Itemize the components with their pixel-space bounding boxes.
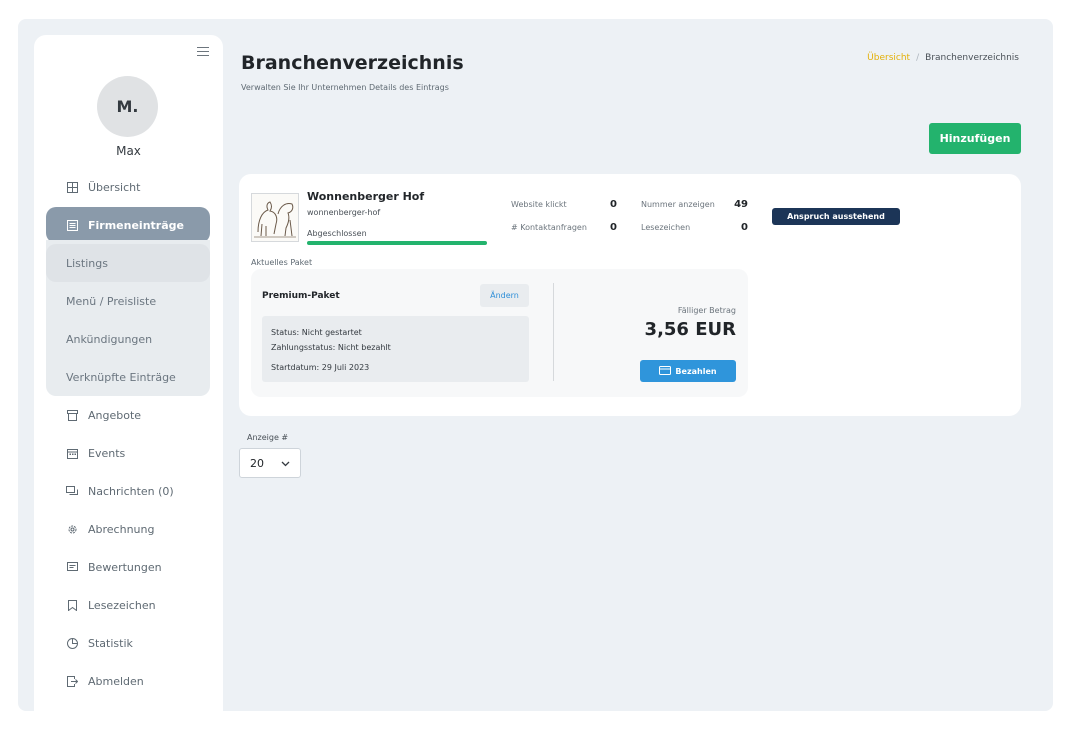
- calendar-icon: [66, 447, 78, 459]
- grid-icon: [66, 181, 78, 193]
- due-amount-label: Fälliger Betrag: [677, 306, 736, 315]
- sidebar-item-messages[interactable]: Nachrichten (0): [46, 472, 210, 510]
- sidebar-item-label: Firmeneinträge: [88, 218, 184, 232]
- chat-icon: [66, 485, 78, 497]
- sidebar: M. Max Übersicht Firmeneinträge Listings…: [34, 35, 223, 711]
- stat-phone-label: Nummer anzeigen: [641, 200, 715, 209]
- payment-status: Zahlungsstatus: Nicht bezahlt: [271, 343, 391, 352]
- avatar: M.: [97, 76, 158, 137]
- sidebar-item-billing[interactable]: Abrechnung: [46, 510, 210, 548]
- completion-progress-bar: [307, 241, 487, 245]
- sidebar-item-label: Angebote: [88, 408, 142, 422]
- per-page-select[interactable]: 20: [239, 448, 301, 478]
- sidebar-item-listings[interactable]: Firmeneinträge: [46, 207, 210, 243]
- per-page-label: Anzeige #: [247, 433, 289, 442]
- completion-progress-fill: [307, 241, 487, 245]
- sidebar-item-overview[interactable]: Übersicht: [46, 168, 210, 206]
- breadcrumb-current: Branchenverzeichnis: [925, 53, 1019, 63]
- sidebar-item-statistics[interactable]: Statistik: [46, 624, 210, 662]
- sidebar-item-label: Nachrichten (0): [88, 484, 174, 498]
- submenu-item-linked[interactable]: Verknüpfte Einträge: [46, 358, 210, 396]
- stat-bookmarks-label: Lesezeichen: [641, 223, 691, 232]
- due-amount: 3,56 EUR: [644, 319, 736, 340]
- listing-card: Wonnenberger Hof wonnenberger-hof Abgesc…: [239, 174, 1021, 416]
- page-subtitle: Verwalten Sie Ihr Unternehmen Details de…: [241, 83, 449, 92]
- business-name[interactable]: Wonnenberger Hof: [307, 190, 424, 203]
- sidebar-item-label: Statistik: [88, 636, 133, 650]
- stat-contacts-value: 0: [610, 222, 617, 233]
- sidebar-item-label: Abmelden: [88, 674, 144, 688]
- stat-contacts-label: # Kontaktanfragen: [511, 223, 587, 232]
- package-box: Premium-Paket Ändern Status: Nicht gesta…: [251, 269, 748, 397]
- gear-icon: [66, 523, 78, 535]
- sidebar-item-logout[interactable]: Abmelden: [46, 662, 210, 700]
- archive-icon: [66, 409, 78, 421]
- sidebar-item-label: Bewertungen: [88, 560, 162, 574]
- breadcrumb-separator: /: [916, 53, 920, 63]
- sidebar-item-offers[interactable]: Angebote: [46, 396, 210, 434]
- package-start-date: Startdatum: 29 Juli 2023: [271, 363, 370, 372]
- page-title: Branchenverzeichnis: [241, 52, 464, 74]
- bookmark-icon: [66, 599, 78, 611]
- chevron-down-icon: [281, 457, 290, 470]
- sidebar-item-label: Events: [88, 446, 126, 460]
- listings-submenu: Listings Menü / Preisliste Ankündigungen…: [46, 240, 210, 396]
- sidebar-item-label: Abrechnung: [88, 522, 155, 536]
- pay-button-label: Bezahlen: [675, 366, 717, 376]
- stat-website-clicks-value: 0: [610, 199, 617, 210]
- stat-phone-value: 49: [734, 199, 748, 210]
- per-page-value: 20: [250, 456, 264, 470]
- stat-website-clicks-label: Website klickt: [511, 200, 567, 209]
- list-icon: [66, 219, 78, 231]
- sidebar-item-bookmarks[interactable]: Lesezeichen: [46, 586, 210, 624]
- stat-bookmarks-value: 0: [741, 222, 748, 233]
- sidebar-nav: Übersicht Firmeneinträge Listings Menü /…: [46, 168, 210, 700]
- sidebar-item-events[interactable]: Events: [46, 434, 210, 472]
- app-shell: M. Max Übersicht Firmeneinträge Listings…: [18, 19, 1053, 711]
- add-listing-button[interactable]: Hinzufügen: [929, 123, 1021, 154]
- change-package-button[interactable]: Ändern: [480, 284, 529, 307]
- pay-button[interactable]: Bezahlen: [640, 360, 736, 382]
- review-icon: [66, 561, 78, 573]
- package-details: Status: Nicht gestartet Zahlungsstatus: …: [262, 316, 529, 382]
- menu-toggle-icon[interactable]: [197, 47, 209, 57]
- submenu-item-menu[interactable]: Menü / Preisliste: [46, 282, 210, 320]
- breadcrumb: Übersicht / Branchenverzeichnis: [867, 53, 1019, 63]
- sidebar-item-reviews[interactable]: Bewertungen: [46, 548, 210, 586]
- package-status: Status: Nicht gestartet: [271, 328, 362, 337]
- avatar-initials: M.: [116, 97, 139, 116]
- sidebar-item-label: Übersicht: [88, 180, 141, 194]
- breadcrumb-home-link[interactable]: Übersicht: [867, 53, 910, 63]
- listing-status: Abgeschlossen: [307, 229, 367, 238]
- business-logo: [251, 193, 299, 242]
- status-badge: Anspruch ausstehend: [772, 208, 900, 225]
- package-caption: Aktuelles Paket: [251, 258, 313, 267]
- logout-icon: [66, 675, 78, 687]
- pie-chart-icon: [66, 637, 78, 649]
- business-slug: wonnenberger-hof: [307, 208, 381, 217]
- package-divider: [553, 283, 554, 381]
- user-name: Max: [116, 144, 141, 158]
- submenu-item-listings[interactable]: Listings: [46, 244, 210, 282]
- submenu-item-announcements[interactable]: Ankündigungen: [46, 320, 210, 358]
- package-name: Premium-Paket: [262, 291, 340, 301]
- credit-card-icon: [659, 365, 672, 377]
- sidebar-item-label: Lesezeichen: [88, 598, 156, 612]
